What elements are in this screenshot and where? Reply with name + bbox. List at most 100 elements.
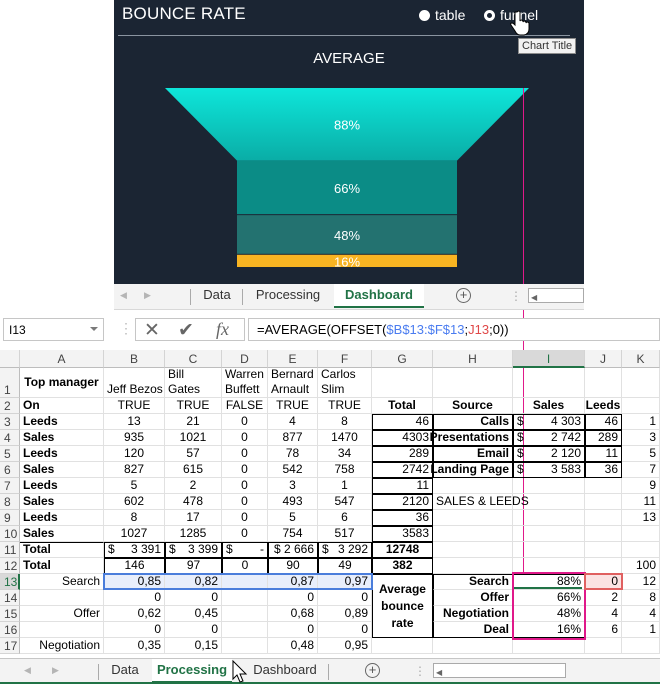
total-currency[interactable]: $3 399 bbox=[165, 542, 222, 558]
total-leeds[interactable]: 90 bbox=[268, 558, 318, 574]
row-header-12[interactable]: 12 bbox=[0, 558, 20, 574]
data-value[interactable]: 754 bbox=[268, 526, 318, 542]
stage-ratio[interactable]: 0,35 bbox=[104, 638, 165, 654]
toggle-value[interactable]: TRUE bbox=[104, 398, 165, 414]
select-all-corner[interactable] bbox=[0, 350, 20, 368]
data-value[interactable]: 57 bbox=[165, 446, 222, 462]
grand-total-leeds[interactable]: 382 bbox=[372, 558, 433, 574]
tab-data[interactable]: Data bbox=[192, 284, 242, 308]
row-header-9[interactable]: 9 bbox=[0, 510, 20, 526]
stage-offset[interactable]: 2 bbox=[585, 590, 622, 606]
data-value[interactable]: 0 bbox=[222, 494, 268, 510]
data-value[interactable]: 0 bbox=[222, 430, 268, 446]
data-value[interactable]: 3 bbox=[268, 478, 318, 494]
data-value[interactable]: 0 bbox=[222, 414, 268, 430]
data-value[interactable]: 5 bbox=[104, 478, 165, 494]
total-currency[interactable]: $ - bbox=[222, 542, 268, 558]
stage-ratio[interactable]: 0 bbox=[104, 622, 165, 638]
data-value[interactable]: 827 bbox=[104, 462, 165, 478]
data-value[interactable]: 5 bbox=[268, 510, 318, 526]
data-value[interactable]: 8 bbox=[104, 510, 165, 526]
data-value[interactable]: 877 bbox=[268, 430, 318, 446]
total-value[interactable]: 11 bbox=[372, 478, 433, 494]
row-label[interactable]: On bbox=[20, 398, 104, 414]
stage-ratio[interactable]: 0,89 bbox=[318, 606, 372, 622]
row-header-6[interactable]: 6 bbox=[0, 462, 20, 478]
row-header-13[interactable]: 13 bbox=[0, 574, 20, 590]
top-manager-header[interactable]: Top manager bbox=[20, 368, 104, 398]
tab-processing[interactable]: Processing bbox=[244, 284, 332, 308]
name-box-dropdown-icon[interactable] bbox=[90, 327, 98, 331]
tab-scroll-left-icon[interactable]: ◀ bbox=[24, 665, 31, 676]
column-header-i[interactable]: I bbox=[513, 350, 585, 368]
stage-name[interactable]: Search bbox=[433, 574, 513, 590]
row-label[interactable]: Leeds bbox=[20, 414, 104, 430]
total-leeds[interactable]: 97 bbox=[165, 558, 222, 574]
k-value[interactable]: 7 bbox=[622, 462, 660, 478]
data-value[interactable]: 542 bbox=[268, 462, 318, 478]
row-header-8[interactable]: 8 bbox=[0, 494, 20, 510]
row-label[interactable]: Sales bbox=[20, 526, 104, 542]
total-leeds[interactable]: 0 bbox=[222, 558, 268, 574]
data-value[interactable]: 935 bbox=[104, 430, 165, 446]
total-value[interactable]: 289 bbox=[372, 446, 433, 462]
note-text[interactable]: SALES & LEEDS bbox=[433, 494, 529, 510]
column-header-e[interactable]: E bbox=[268, 350, 318, 368]
manager-name-header[interactable]: Bill Gates bbox=[165, 367, 222, 398]
row-header-2[interactable]: 2 bbox=[0, 398, 20, 414]
formula-input[interactable]: =AVERAGE(OFFSET($B$13:$F$13;J13;0)) bbox=[248, 318, 660, 341]
source-sales[interactable]: $2 742 bbox=[513, 430, 585, 446]
add-sheet-icon[interactable]: + bbox=[456, 288, 471, 303]
source-name[interactable]: Calls bbox=[433, 414, 513, 430]
add-sheet-icon[interactable]: + bbox=[365, 663, 380, 678]
total-currency[interactable]: $ 2 666 bbox=[268, 542, 318, 558]
data-value[interactable]: 615 bbox=[165, 462, 222, 478]
data-value[interactable]: 0 bbox=[222, 510, 268, 526]
row-header-17[interactable]: 17 bbox=[0, 638, 20, 654]
stage-ratio[interactable]: 0 bbox=[268, 590, 318, 606]
manager-name-header[interactable]: Jeff Bezos bbox=[104, 368, 165, 398]
column-header-k[interactable]: K bbox=[622, 350, 660, 368]
stage-ratio[interactable] bbox=[222, 638, 268, 654]
column-header-g[interactable]: G bbox=[372, 350, 433, 368]
source-leeds[interactable]: 11 bbox=[585, 446, 622, 462]
insert-function-icon[interactable]: fx bbox=[216, 319, 229, 340]
stage-offset[interactable]: 4 bbox=[585, 606, 622, 622]
stage-label[interactable]: Negotiation bbox=[20, 638, 104, 654]
stage-ratio[interactable]: 0,45 bbox=[165, 606, 222, 622]
source-leeds[interactable]: 289 bbox=[585, 430, 622, 446]
manager-name-header[interactable]: Warren Buffett bbox=[222, 367, 268, 398]
data-value[interactable]: 1027 bbox=[104, 526, 165, 542]
data-value[interactable]: 8 bbox=[318, 414, 372, 430]
row-label[interactable]: Sales bbox=[20, 430, 104, 446]
data-value[interactable]: 758 bbox=[318, 462, 372, 478]
k-value[interactable]: 11 bbox=[622, 494, 660, 510]
row-header-3[interactable]: 3 bbox=[0, 414, 20, 430]
stage-ratio[interactable]: 0,15 bbox=[165, 638, 222, 654]
data-value[interactable]: 0 bbox=[222, 462, 268, 478]
grand-total-sales[interactable]: 12748 bbox=[372, 542, 433, 558]
column-header-f[interactable]: F bbox=[318, 350, 372, 368]
data-value[interactable]: 21 bbox=[165, 414, 222, 430]
source-leeds[interactable]: 36 bbox=[585, 462, 622, 478]
k-value[interactable]: 1 bbox=[622, 622, 660, 638]
total-leeds[interactable]: 49 bbox=[318, 558, 372, 574]
row-header-15[interactable]: 15 bbox=[0, 606, 20, 622]
row-label[interactable]: Leeds bbox=[20, 510, 104, 526]
stage-ratio[interactable]: 0,68 bbox=[268, 606, 318, 622]
note-text[interactable] bbox=[433, 526, 513, 542]
source-sales[interactable]: $3 583 bbox=[513, 462, 585, 478]
data-value[interactable]: 1285 bbox=[165, 526, 222, 542]
k-value[interactable]: 12 bbox=[622, 574, 660, 590]
data-value[interactable]: 17 bbox=[165, 510, 222, 526]
toggle-value[interactable]: TRUE bbox=[268, 398, 318, 414]
data-value[interactable]: 6 bbox=[318, 510, 372, 526]
row-header-7[interactable]: 7 bbox=[0, 478, 20, 494]
k-value[interactable]: 4 bbox=[622, 606, 660, 622]
splitter-handle[interactable]: ⋮ bbox=[510, 289, 522, 303]
data-value[interactable]: 1021 bbox=[165, 430, 222, 446]
total-value[interactable]: 46 bbox=[372, 414, 433, 430]
data-value[interactable]: 602 bbox=[104, 494, 165, 510]
stage-ratio[interactable]: 0 bbox=[318, 622, 372, 638]
total-value[interactable]: 4303 bbox=[372, 430, 433, 446]
